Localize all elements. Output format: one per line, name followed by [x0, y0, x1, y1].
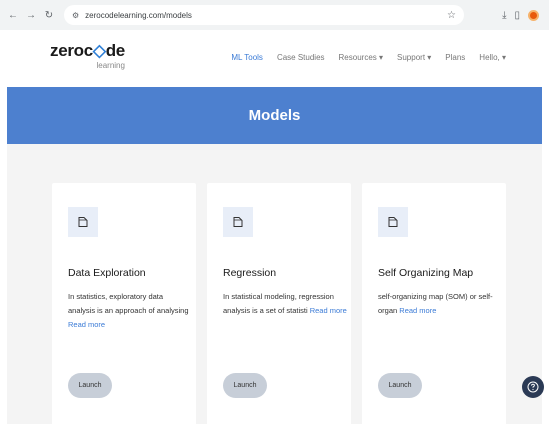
model-card-regression: Regression In statistical modeling, regr…: [207, 183, 351, 424]
card-description-text: In statistics, exploratory data analysis…: [68, 292, 189, 315]
help-button[interactable]: [522, 376, 544, 398]
site-header: zeroc◇de learning ML Tools Case Studies …: [7, 30, 542, 87]
logo-o-mark-icon: ◇: [92, 41, 106, 60]
card-description: In statistical modeling, regression anal…: [223, 290, 347, 318]
logo-subtitle: learning: [96, 61, 125, 70]
card-title: Regression: [223, 267, 277, 279]
nav-case-studies[interactable]: Case Studies: [277, 53, 325, 62]
sidepanel-icon[interactable]: ▯: [514, 10, 520, 21]
model-card-data-exploration: Data Exploration In statistics, explorat…: [52, 183, 196, 424]
file-icon: [378, 207, 408, 237]
forward-icon[interactable]: →: [24, 8, 38, 22]
bookmark-star-icon[interactable]: ☆: [447, 10, 456, 21]
nav-support[interactable]: Support ▾: [397, 53, 431, 62]
back-icon[interactable]: ←: [6, 8, 20, 22]
model-card-self-organizing-map: Self Organizing Map self-organizing map …: [362, 183, 506, 424]
launch-button[interactable]: Launch: [378, 373, 422, 398]
site-logo[interactable]: zeroc◇de learning: [50, 41, 126, 71]
card-description: In statistics, exploratory data analysis…: [68, 290, 192, 332]
launch-button[interactable]: Launch: [223, 373, 267, 398]
url-text: zerocodelearning.com/models: [85, 10, 192, 20]
read-more-link[interactable]: Read more: [310, 306, 347, 315]
nav-user-menu[interactable]: Hello, ▾: [479, 53, 506, 62]
page-title: Models: [248, 107, 301, 124]
page-banner: Models: [7, 87, 542, 144]
browser-toolbar: ← → ↻ ⚙ zerocodelearning.com/models ☆ ⤓ …: [0, 0, 549, 30]
site-info-icon[interactable]: ⚙: [72, 11, 79, 20]
profile-avatar[interactable]: [528, 9, 539, 21]
file-icon: [223, 207, 253, 237]
main-nav: ML Tools Case Studies Resources ▾ Suppor…: [231, 53, 506, 62]
page-viewport: zeroc◇de learning ML Tools Case Studies …: [7, 30, 542, 424]
nav-resources[interactable]: Resources ▾: [339, 53, 383, 62]
card-title: Data Exploration: [68, 267, 146, 279]
launch-button[interactable]: Launch: [68, 373, 112, 398]
read-more-link[interactable]: Read more: [399, 306, 436, 315]
help-icon: [527, 381, 539, 393]
read-more-link[interactable]: Read more: [68, 320, 105, 329]
download-icon[interactable]: ⤓: [502, 10, 506, 21]
logo-text-after: de: [105, 41, 126, 60]
file-icon: [68, 207, 98, 237]
logo-text-before: zeroc: [50, 41, 93, 60]
address-bar[interactable]: ⚙ zerocodelearning.com/models ☆: [64, 5, 464, 25]
nav-ml-tools[interactable]: ML Tools: [231, 53, 263, 62]
card-description: self-organizing map (SOM) or self-organ …: [378, 290, 502, 318]
card-title: Self Organizing Map: [378, 267, 474, 279]
reload-icon[interactable]: ↻: [42, 8, 56, 22]
nav-plans[interactable]: Plans: [445, 53, 465, 62]
